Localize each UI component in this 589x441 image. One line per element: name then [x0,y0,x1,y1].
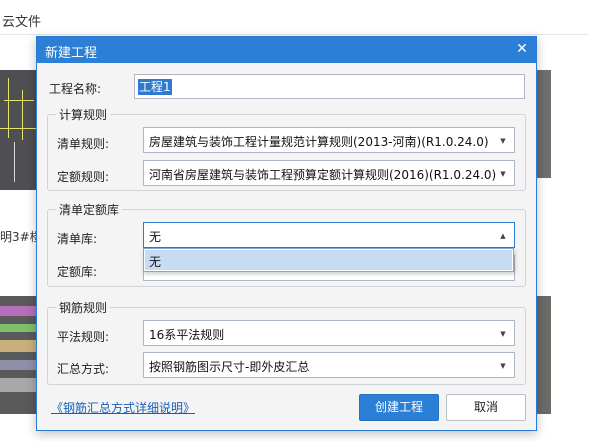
chevron-up-icon: ▲ [500,232,506,240]
rebar-rules-title: 钢筋规则 [56,299,111,316]
plan-line [4,100,34,101]
dialog-titlebar[interactable]: 新建工程 ✕ [37,37,536,63]
model-band [0,324,40,332]
model-band [0,360,40,370]
quota-rule-select[interactable]: 河南省房屋建筑与装饰工程预算定额计算规则(2016)(R1.0.24.0) ▼ [143,160,515,186]
quota-rule-label: 定额规则: [57,170,110,184]
summary-mode-value: 按照钢筋图示尺寸-即外皮汇总 [149,360,310,374]
rebar-summary-help-link[interactable]: 《钢筋汇总方式详细说明》 [51,399,195,416]
cancel-button[interactable]: 取消 [446,394,526,421]
chevron-down-icon: ▼ [500,137,506,145]
background-divider [0,34,589,35]
summary-mode-select[interactable]: 按照钢筋图示尺寸-即外皮汇总 ▼ [143,352,515,378]
plan-line [8,78,9,138]
quota-rule-value: 河南省房屋建筑与装饰工程预算定额计算规则(2016)(R1.0.24.0) [149,168,497,182]
thumbnail-bottom-right[interactable] [537,296,551,414]
model-band [0,340,40,352]
bill-rule-label: 清单规则: [57,137,110,151]
plan-line [22,90,23,140]
plan-line [14,142,15,182]
bill-lib-select[interactable]: 无 ▲ [143,222,515,248]
project-name-value: 工程1 [138,79,172,95]
flat-rule-value: 16系平法规则 [149,328,225,342]
chevron-down-icon: ▼ [500,330,506,338]
create-project-button[interactable]: 创建工程 [359,394,439,421]
quota-lib-label: 定额库: [57,265,98,279]
bill-lib-dropdown: 无 [143,248,514,272]
summary-mode-label: 汇总方式: [57,362,110,376]
model-band [0,378,40,392]
thumbnail-top-left[interactable] [0,70,40,190]
library-title: 清单定额库 [56,201,123,218]
bill-rule-select[interactable]: 房屋建筑与装饰工程计量规范计算规则(2013-河南)(R1.0.24.0) ▼ [143,127,515,153]
new-project-dialog: 新建工程 ✕ 工程名称: 工程1 计算规则 清单规则: 房屋建筑与装饰工程计量规… [36,36,537,431]
thumbnail-top-right[interactable] [537,70,551,178]
project-name-input[interactable]: 工程1 [134,74,525,99]
thumbnail-bottom-left[interactable] [0,296,40,414]
chevron-down-icon: ▼ [500,170,506,178]
close-icon[interactable]: ✕ [514,41,530,57]
bill-lib-label: 清单库: [57,232,98,246]
chevron-down-icon: ▼ [500,362,506,370]
flat-rule-select[interactable]: 16系平法规则 ▼ [143,320,515,346]
plan-line [0,128,36,129]
model-band [0,306,40,316]
dialog-title: 新建工程 [45,46,98,61]
bill-lib-value: 无 [149,230,162,244]
flat-rule-label: 平法规则: [57,330,110,344]
calc-rules-title: 计算规则 [56,106,111,123]
project-name-label: 工程名称: [49,82,102,96]
background-title: 云文件 [2,15,42,30]
bill-rule-value: 房屋建筑与装饰工程计量规范计算规则(2013-河南)(R1.0.24.0) [149,135,489,149]
dropdown-option[interactable]: 无 [145,250,512,270]
